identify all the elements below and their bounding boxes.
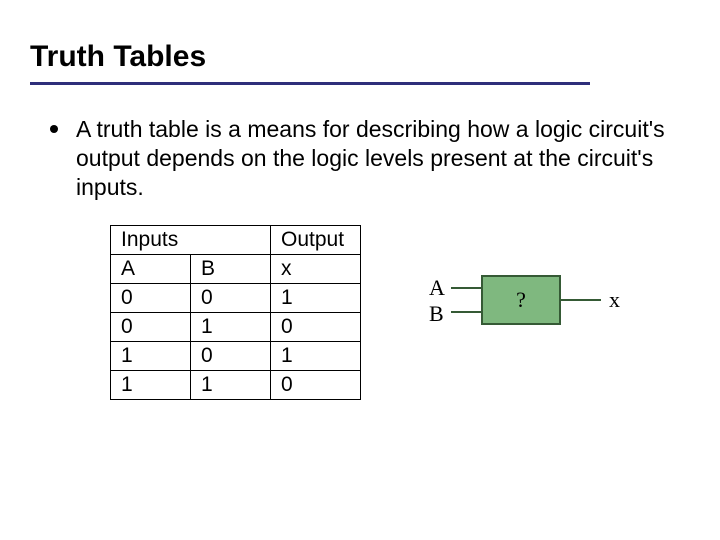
cell-a: 0 [111, 313, 191, 342]
truth-table: Inputs Output A B x 0 0 1 0 1 0 1 0 1 [110, 225, 361, 400]
cell-x: 0 [271, 371, 361, 400]
wire-x [561, 299, 601, 301]
col-header-a: A [111, 255, 191, 284]
cell-x: 1 [271, 284, 361, 313]
circuit-label-x: x [609, 287, 620, 313]
cell-b: 1 [191, 313, 271, 342]
cell-x: 0 [271, 313, 361, 342]
cell-a: 0 [111, 284, 191, 313]
header-output: Output [271, 226, 361, 255]
bullet-icon [50, 125, 58, 133]
bullet-item: A truth table is a means for describing … [50, 115, 670, 201]
table-row: 0 0 1 [111, 284, 361, 313]
gate-box: ? [481, 275, 561, 325]
gate-label: ? [516, 287, 526, 313]
col-header-x: x [271, 255, 361, 284]
cell-a: 1 [111, 342, 191, 371]
wire-b [451, 311, 481, 313]
cell-b: 0 [191, 284, 271, 313]
circuit-label-b: B [429, 301, 444, 327]
description-text: A truth table is a means for describing … [76, 115, 670, 201]
title-underline [30, 82, 590, 85]
col-header-b: B [191, 255, 271, 284]
table-row: 1 0 1 [111, 342, 361, 371]
header-inputs: Inputs [111, 226, 271, 255]
cell-x: 1 [271, 342, 361, 371]
table-header-cols: A B x [111, 255, 361, 284]
wire-a [451, 287, 481, 289]
circuit-label-a: A [429, 275, 445, 301]
table-row: 1 1 0 [111, 371, 361, 400]
table-row: 0 1 0 [111, 313, 361, 342]
cell-b: 0 [191, 342, 271, 371]
table-header-group: Inputs Output [111, 226, 361, 255]
cell-b: 1 [191, 371, 271, 400]
cell-a: 1 [111, 371, 191, 400]
circuit-diagram: A B ? x [401, 255, 651, 375]
page-title: Truth Tables [30, 40, 690, 74]
